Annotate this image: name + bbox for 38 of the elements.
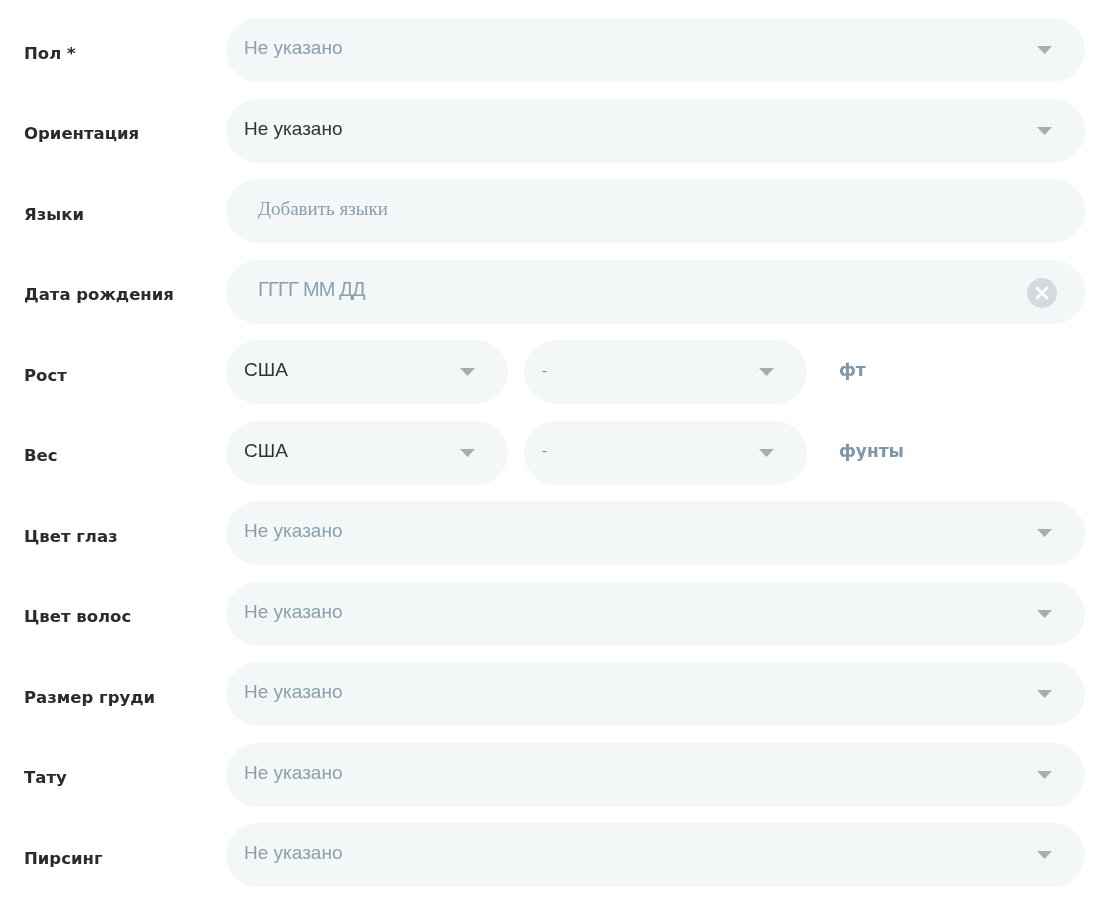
dropdown-field[interactable]: Не указано [226,742,1085,807]
field-label: Рост [24,364,68,385]
dropdown-field[interactable]: Не указано [226,662,1085,726]
amount-dropdown[interactable]: - [524,340,807,404]
field-label: Пирсинг [24,847,104,868]
dropdown-field[interactable]: Не указано [226,18,1085,82]
dropdown-field[interactable]: Не указано [226,501,1085,565]
field-label: Тату [24,767,68,787]
caret-down-icon [1037,126,1052,135]
caret-down-icon [1037,690,1052,698]
dropdown-field[interactable]: Не указано [226,823,1085,887]
field-label: Пол * [24,42,77,63]
caret-down-icon [759,368,774,376]
caret-down-icon [1037,529,1052,537]
caret-down-icon [460,448,475,457]
unit-label: фунты [839,440,904,463]
field-label: Размер груди [24,686,157,707]
caret-down-icon [460,368,475,376]
caret-down-icon [1037,609,1052,618]
unit-label: фт [839,360,866,382]
field-label: Дата рождения [24,284,175,304]
caret-down-icon [1037,46,1052,54]
dropdown-field[interactable]: Не указано [226,98,1085,163]
field-label: Языки [24,203,85,224]
languages-input[interactable]: Добавить языки [226,179,1085,243]
unit-system-dropdown[interactable]: США [226,340,508,404]
caret-down-icon [759,448,774,457]
dropdown-field[interactable]: Не указано [226,581,1085,646]
field-label: Вес [24,445,59,465]
caret-down-icon [1037,851,1052,859]
amount-dropdown[interactable]: - [524,420,807,485]
unit-system-dropdown[interactable]: США [226,420,508,485]
field-label: Ориентация [24,123,141,143]
clear-icon[interactable] [1027,277,1057,308]
field-label: Цвет глаз [24,525,119,546]
caret-down-icon [1037,770,1052,779]
field-label: Цвет волос [24,606,133,626]
date-input[interactable]: ГГГГ ММ ДД [226,259,1085,324]
